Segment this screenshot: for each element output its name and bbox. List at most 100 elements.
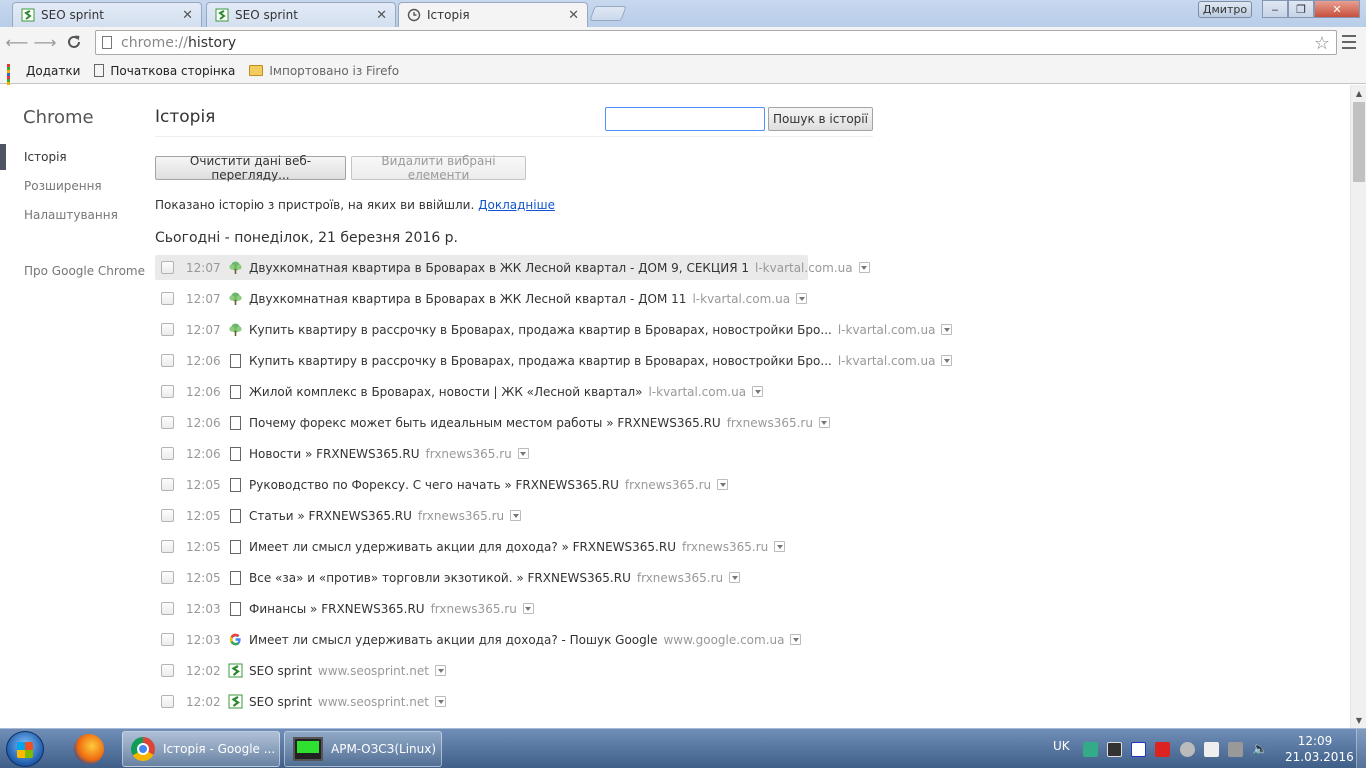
entry-menu-dropdown-icon[interactable]	[729, 572, 741, 583]
history-entry[interactable]: 12:06 Жилой комплекс в Броварах, новости …	[155, 376, 955, 407]
search-history-button[interactable]: Пошук в історії	[768, 107, 873, 131]
start-button[interactable]	[6, 731, 44, 767]
back-icon[interactable]: ⟵	[6, 32, 29, 52]
tab-history[interactable]: Історія ✕	[398, 2, 588, 27]
entry-title-link[interactable]: Купить квартиру в рассрочку в Броварах, …	[249, 323, 832, 337]
entry-checkbox[interactable]	[161, 478, 174, 491]
entry-checkbox[interactable]	[161, 416, 174, 429]
entry-title-link[interactable]: SEO sprint	[249, 695, 312, 709]
disc-icon[interactable]	[1180, 742, 1195, 757]
history-entry[interactable]: 12:02 SEO sprint www.seosprint.net	[155, 686, 955, 717]
scroll-down-icon[interactable]: ▼	[1351, 712, 1366, 728]
history-entry[interactable]: 12:07 Двухкомнатная квартира в Броварах в…	[155, 283, 955, 314]
entry-title-link[interactable]: Имеет ли смысл удерживать акции для дохо…	[249, 540, 676, 554]
entry-menu-dropdown-icon[interactable]	[790, 634, 802, 645]
learn-more-link[interactable]: Докладніше	[478, 198, 555, 212]
bookmark-folder-imported[interactable]: Імпортовано із Firefo	[249, 64, 399, 78]
entry-checkbox[interactable]	[161, 540, 174, 553]
entry-checkbox[interactable]	[161, 354, 174, 367]
entry-title-link[interactable]: Финансы » FRXNEWS365.RU	[249, 602, 425, 616]
history-entry[interactable]: 12:06 Новости » FRXNEWS365.RU frxnews365.r…	[155, 438, 955, 469]
reload-icon[interactable]	[64, 32, 84, 52]
entry-checkbox[interactable]	[161, 385, 174, 398]
entry-menu-dropdown-icon[interactable]	[717, 479, 729, 490]
pen-icon[interactable]	[1131, 742, 1146, 757]
entry-menu-dropdown-icon[interactable]	[435, 696, 446, 707]
entry-checkbox[interactable]	[161, 509, 174, 522]
taskbar-arm-linux[interactable]: АРМ-ОЗСЗ(Linux)	[284, 731, 442, 767]
show-desktop-button[interactable]	[1356, 729, 1366, 768]
sidebar-item-extensions[interactable]: Розширення	[24, 179, 102, 193]
forward-icon[interactable]: ⟶	[34, 32, 57, 52]
entry-checkbox[interactable]	[161, 633, 174, 646]
sidebar-item-about[interactable]: Про Google Chrome	[24, 264, 145, 278]
entry-menu-dropdown-icon[interactable]	[941, 355, 953, 366]
clear-browsing-data-button[interactable]: Очистити дані веб-перегляду...	[155, 154, 346, 182]
maximize-button[interactable]: ❐	[1288, 0, 1314, 18]
entry-title-link[interactable]: Почему форекс может быть идеальным место…	[249, 416, 721, 430]
history-entry[interactable]: 12:07 Купить квартиру в рассрочку в Брова…	[155, 314, 955, 345]
history-entry[interactable]: 12:07 Двухкомнатная квартира в Броварах в…	[155, 252, 955, 283]
history-entry[interactable]: 12:06 Почему форекс может быть идеальным …	[155, 407, 955, 438]
taskbar-chrome-history[interactable]: Історія - Google ...	[122, 731, 280, 767]
entry-title-link[interactable]: Двухкомнатная квартира в Броварах в ЖК Л…	[249, 261, 749, 275]
tab-seosprint-1[interactable]: SEO sprint ✕	[12, 2, 202, 27]
volume-icon[interactable]: 🔈	[1252, 742, 1268, 757]
close-window-button[interactable]: ✕	[1314, 0, 1360, 18]
entry-title-link[interactable]: Двухкомнатная квартира в Броварах в ЖК Л…	[249, 292, 686, 306]
scroll-up-icon[interactable]: ▲	[1351, 85, 1366, 101]
user-profile-button[interactable]: Дмитро	[1198, 1, 1252, 18]
history-entry[interactable]: 12:05 Руководство по Форексу. С чего нача…	[155, 469, 955, 500]
clock[interactable]: 12:09 21.03.2016	[1285, 733, 1354, 765]
vertical-scrollbar[interactable]: ▲ ▼	[1350, 85, 1366, 728]
entry-checkbox[interactable]	[161, 571, 174, 584]
address-bar[interactable]: chrome://history	[95, 30, 1337, 55]
history-entry[interactable]: 12:05 Все «за» и «против» торговли экзоти…	[155, 562, 955, 593]
network-icon[interactable]	[1228, 742, 1243, 757]
entry-title-link[interactable]: Имеет ли смысл удерживать акции для дохо…	[249, 633, 657, 647]
entry-title-link[interactable]: SEO sprint	[249, 664, 312, 678]
entry-title-link[interactable]: Руководство по Форексу. С чего начать » …	[249, 478, 619, 492]
entry-checkbox[interactable]	[161, 292, 174, 305]
entry-checkbox[interactable]	[161, 447, 174, 460]
tab-seosprint-2[interactable]: SEO sprint ✕	[206, 2, 396, 27]
bookmark-home-page[interactable]: Початкова сторінка	[94, 64, 235, 78]
bookmark-star-icon[interactable]: ☆	[1314, 33, 1330, 54]
history-entry[interactable]: 12:06 Купить квартиру в рассрочку в Брова…	[155, 345, 955, 376]
entry-menu-dropdown-icon[interactable]	[858, 262, 870, 273]
usb-icon[interactable]	[1107, 742, 1122, 757]
antivirus-icon[interactable]	[1155, 742, 1170, 757]
entry-title-link[interactable]: Все «за» и «против» торговли экзотикой. …	[249, 571, 631, 585]
menu-icon[interactable]	[1342, 35, 1356, 49]
entry-menu-dropdown-icon[interactable]	[752, 386, 764, 397]
close-icon[interactable]: ✕	[182, 8, 193, 23]
history-entry[interactable]: 12:03 Имеет ли смысл удерживать акции для…	[155, 624, 955, 655]
sidebar-item-settings[interactable]: Налаштування	[24, 208, 118, 222]
entry-checkbox[interactable]	[161, 602, 174, 615]
entry-menu-dropdown-icon[interactable]	[941, 324, 953, 335]
close-icon[interactable]: ✕	[568, 8, 579, 23]
entry-checkbox[interactable]	[161, 261, 174, 274]
entry-title-link[interactable]: Новости » FRXNEWS365.RU	[249, 447, 419, 461]
close-icon[interactable]: ✕	[376, 8, 387, 23]
history-entry[interactable]: 12:05 Имеет ли смысл удерживать акции для…	[155, 531, 955, 562]
flag-icon[interactable]	[1204, 742, 1219, 757]
entry-checkbox[interactable]	[161, 323, 174, 336]
taskbar-firefox[interactable]	[66, 731, 112, 767]
entry-checkbox[interactable]	[161, 664, 174, 677]
network-app-icon[interactable]	[1083, 742, 1098, 757]
history-entry[interactable]: 12:02 SEO sprint www.seosprint.net	[155, 655, 955, 686]
entry-menu-dropdown-icon[interactable]	[517, 448, 529, 459]
entry-title-link[interactable]: Статьи » FRXNEWS365.RU	[249, 509, 412, 523]
bookmark-apps[interactable]: Додатки	[7, 64, 80, 91]
language-indicator[interactable]: UK	[1053, 739, 1070, 753]
delete-selected-button[interactable]: Видалити вибрані елементи	[351, 154, 526, 182]
entry-menu-dropdown-icon[interactable]	[774, 541, 786, 552]
history-entry[interactable]: 12:03 Финансы » FRXNEWS365.RU frxnews365.r…	[155, 593, 955, 624]
scrollbar-thumb[interactable]	[1353, 102, 1365, 182]
entry-title-link[interactable]: Жилой комплекс в Броварах, новости | ЖК …	[249, 385, 642, 399]
entry-checkbox[interactable]	[161, 695, 174, 708]
sidebar-item-history[interactable]: Історія	[24, 150, 67, 164]
entry-menu-dropdown-icon[interactable]	[510, 510, 522, 521]
minimize-button[interactable]: ‒	[1262, 0, 1288, 18]
